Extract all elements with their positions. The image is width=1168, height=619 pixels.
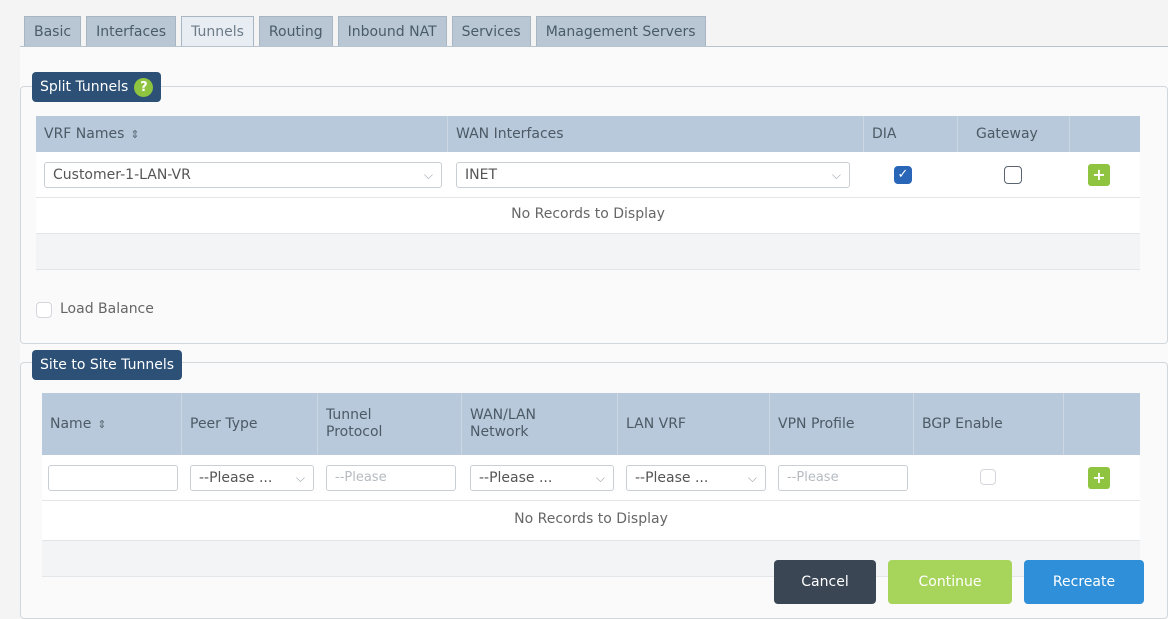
tab-interfaces[interactable]: Interfaces: [86, 16, 177, 46]
tab-management-servers[interactable]: Management Servers: [535, 16, 706, 46]
dia-checkbox[interactable]: ✓: [894, 166, 912, 184]
tab-routing[interactable]: Routing: [258, 16, 333, 46]
column-name[interactable]: Name ⇕: [42, 393, 182, 455]
column-wan-interfaces: WAN Interfaces: [448, 116, 864, 152]
wan-lan-network-select[interactable]: --Please ... ⌵: [470, 465, 614, 491]
no-records-text: No Records to Display: [514, 511, 668, 527]
column-name-label: Name: [50, 416, 92, 432]
vpn-profile-input[interactable]: --Please: [778, 465, 908, 491]
column-wan-lan-network-label: WAN/LAN Network: [470, 406, 537, 441]
column-peer-type-label: Peer Type: [190, 416, 258, 432]
column-tunnel-protocol-label: Tunnel Protocol: [326, 406, 383, 441]
site-to-site-input-row: --Please ... ⌵ --Please --Please ... ⌵ -…: [42, 455, 1140, 501]
bgp-enable-checkbox[interactable]: [980, 469, 996, 485]
column-wan-interfaces-label: WAN Interfaces: [456, 126, 564, 142]
continue-button[interactable]: Continue: [888, 560, 1012, 604]
wan-lan-network-value: --Please ...: [479, 470, 553, 486]
tab-basic[interactable]: Basic: [24, 16, 82, 46]
column-actions: [1064, 393, 1140, 455]
wan-interfaces-select[interactable]: INET ⌵: [456, 162, 850, 188]
tab-services[interactable]: Services: [451, 16, 531, 46]
tab-tunnels[interactable]: Tunnels: [181, 16, 254, 46]
chevron-down-icon: ⌵: [831, 168, 841, 182]
lan-vrf-value: --Please ...: [635, 470, 709, 486]
sort-icon[interactable]: ⇕: [97, 418, 106, 431]
load-balance-label: Load Balance: [60, 301, 154, 317]
site-to-site-header: Name ⇕ Peer Type Tunnel Protocol WAN/LAN…: [42, 393, 1140, 455]
peer-type-select[interactable]: --Please ... ⌵: [190, 465, 314, 491]
column-gateway-label: Gateway: [976, 126, 1038, 142]
split-tunnels-title-text: Split Tunnels: [40, 79, 129, 95]
site-to-site-title-text: Site to Site Tunnels: [40, 357, 175, 373]
chevron-down-icon: ⌵: [595, 471, 605, 485]
wan-interfaces-value: INET: [465, 167, 497, 183]
peer-type-value: --Please ...: [199, 470, 273, 486]
column-lan-vrf-label: LAN VRF: [626, 416, 686, 432]
column-vpn-profile-label: VPN Profile: [778, 416, 855, 432]
column-peer-type: Peer Type: [182, 393, 318, 455]
split-tunnels-blank-row: [36, 234, 1140, 270]
column-dia: DIA: [864, 116, 958, 152]
column-tunnel-protocol: Tunnel Protocol: [318, 393, 462, 455]
chevron-down-icon: ⌵: [747, 471, 757, 485]
column-bgp-enable: BGP Enable: [914, 393, 1064, 455]
split-tunnels-empty-row: No Records to Display: [36, 198, 1140, 234]
column-lan-vrf: LAN VRF: [618, 393, 770, 455]
add-site-tunnel-button[interactable]: +: [1088, 467, 1110, 489]
chevron-down-icon: ⌵: [295, 471, 305, 485]
column-bgp-enable-label: BGP Enable: [922, 416, 1003, 432]
split-tunnels-input-row: Customer-1-LAN-VR ⌵ INET ⌵ ✓ +: [36, 152, 1140, 198]
vrf-name-select[interactable]: Customer-1-LAN-VR ⌵: [44, 162, 442, 188]
column-actions: [1070, 116, 1140, 152]
cancel-button[interactable]: Cancel: [774, 560, 876, 604]
tab-inbound-nat[interactable]: Inbound NAT: [337, 16, 447, 46]
tunnel-protocol-input[interactable]: --Please: [326, 465, 456, 491]
chevron-down-icon: ⌵: [423, 168, 433, 182]
add-split-tunnel-button[interactable]: +: [1088, 164, 1110, 186]
lan-vrf-select[interactable]: --Please ... ⌵: [626, 465, 766, 491]
gateway-checkbox[interactable]: [1004, 166, 1022, 184]
help-icon[interactable]: ?: [134, 77, 154, 97]
recreate-button[interactable]: Recreate: [1024, 560, 1144, 604]
load-balance-checkbox[interactable]: [36, 302, 52, 318]
vrf-name-value: Customer-1-LAN-VR: [53, 167, 191, 183]
no-records-text: No Records to Display: [511, 206, 665, 222]
column-dia-label: DIA: [872, 126, 897, 142]
tab-bar: Basic Interfaces Tunnels Routing Inbound…: [24, 16, 711, 46]
site-to-site-title: Site to Site Tunnels: [32, 350, 183, 380]
split-tunnels-header: VRF Names ⇕ WAN Interfaces DIA Gateway: [36, 116, 1140, 152]
site-to-site-empty-row: No Records to Display: [42, 501, 1140, 541]
column-vrf-names-label: VRF Names: [44, 126, 125, 142]
split-tunnels-title: Split Tunnels ?: [32, 72, 162, 102]
column-wan-lan-network: WAN/LAN Network: [462, 393, 618, 455]
column-vrf-names[interactable]: VRF Names ⇕: [36, 116, 448, 152]
tunnel-name-input[interactable]: [48, 465, 178, 491]
column-vpn-profile: VPN Profile: [770, 393, 914, 455]
column-gateway: Gateway: [958, 116, 1070, 152]
sort-icon[interactable]: ⇕: [130, 128, 139, 141]
